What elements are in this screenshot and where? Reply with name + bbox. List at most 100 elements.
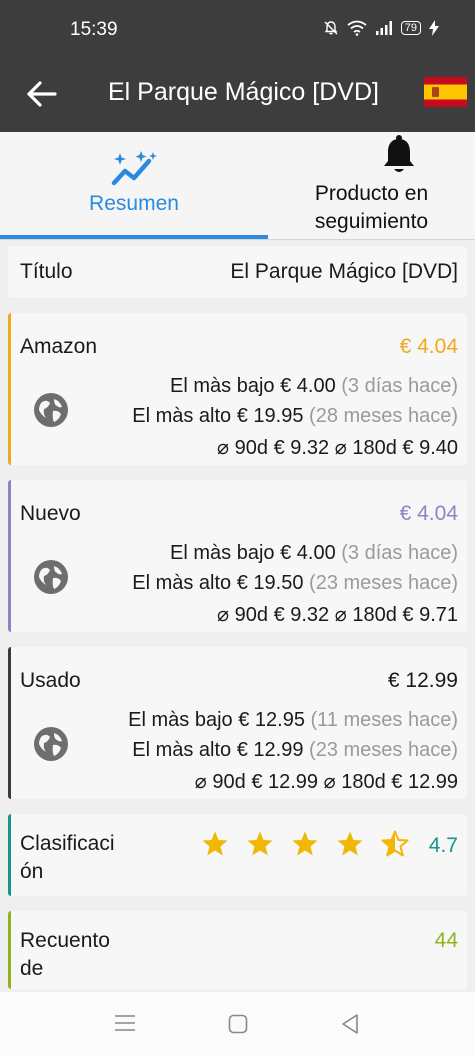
tab-divider xyxy=(0,239,475,240)
review-count-value: 44 xyxy=(434,929,458,952)
tab-resumen[interactable]: Resumen xyxy=(0,132,268,238)
status-bar: 15:39 79 xyxy=(0,0,475,60)
back-arrow-icon[interactable] xyxy=(22,74,62,114)
current-price: € 4.04 xyxy=(399,502,458,525)
lowest-price-line: El màs bajo € 4.00 (3 días hace) xyxy=(170,542,458,565)
globe-icon xyxy=(34,560,68,594)
wifi-icon xyxy=(347,20,367,36)
avg180-label: ⌀ 180d xyxy=(323,771,386,793)
highest-when: (23 meses hace) xyxy=(309,572,458,594)
spain-flag-icon[interactable] xyxy=(424,77,467,107)
highest-label: El màs alto xyxy=(132,405,232,427)
card-title: Amazon xyxy=(20,335,98,358)
rating-label-line1: Clasificaci xyxy=(20,832,115,855)
review-count-label: Recuento de xyxy=(20,927,110,983)
current-price: € 4.04 xyxy=(399,335,458,358)
trend-sparkle-icon xyxy=(111,151,157,186)
star-full-icon xyxy=(202,831,228,856)
star-full-icon xyxy=(292,831,318,856)
price-card-amazon[interactable]: Amazon € 4.04 El màs bajo € 4.00 (3 días… xyxy=(8,313,467,465)
price-card-usado[interactable]: Usado € 12.99 El màs bajo € 12.95 (11 me… xyxy=(8,647,467,799)
home-icon[interactable] xyxy=(228,1014,248,1034)
tab-seguimiento-label: Producto en seguimiento xyxy=(268,180,475,236)
rating-value: 4.7 xyxy=(428,834,458,857)
lowest-price: € 4.00 xyxy=(280,542,336,564)
avg180-price: € 12.99 xyxy=(391,771,458,793)
avg180-price: € 9.40 xyxy=(402,437,458,459)
highest-label: El màs alto xyxy=(132,572,232,594)
card-accent xyxy=(8,313,11,465)
avg180-label: ⌀ 180d xyxy=(334,604,397,626)
back-triangle-icon[interactable] xyxy=(340,1013,360,1035)
highest-price-line: El màs alto € 12.99 (23 meses hace) xyxy=(132,739,458,762)
average-price-line: ⌀ 90d € 9.32 ⌀ 180d € 9.40 xyxy=(217,435,458,460)
star-full-icon xyxy=(247,831,273,856)
bell-icon xyxy=(384,135,414,172)
lowest-label: El màs bajo xyxy=(128,709,233,731)
avg90-price: € 12.99 xyxy=(251,771,319,793)
average-price-line: ⌀ 90d € 9.32 ⌀ 180d € 9.71 xyxy=(217,602,458,627)
review-count-card[interactable]: Recuento de 44 xyxy=(8,911,467,989)
star-full-icon xyxy=(337,831,363,856)
lowest-when: (11 meses hace) xyxy=(310,709,458,731)
tab-bar: Resumen Producto en seguimiento xyxy=(0,132,475,240)
avg180-price: € 9.71 xyxy=(402,604,458,626)
menu-icon[interactable] xyxy=(114,1014,136,1032)
title-value: El Parque Mágico [DVD] xyxy=(230,260,458,283)
highest-price: € 19.95 xyxy=(236,405,304,427)
lowest-price-line: El màs bajo € 12.95 (11 meses hace) xyxy=(128,709,458,732)
price-card-nuevo[interactable]: Nuevo € 4.04 El màs bajo € 4.00 (3 días … xyxy=(8,480,467,632)
highest-when: (23 meses hace) xyxy=(309,739,458,761)
highest-price: € 12.99 xyxy=(236,739,304,761)
review-count-label-line1: Recuento xyxy=(20,929,110,952)
lowest-when: (3 días hace) xyxy=(341,375,458,397)
average-price-line: ⌀ 90d € 12.99 ⌀ 180d € 12.99 xyxy=(195,769,458,794)
avg180-label: ⌀ 180d xyxy=(334,437,397,459)
globe-icon xyxy=(34,727,68,761)
charging-bolt-icon xyxy=(429,20,439,36)
lowest-price: € 12.95 xyxy=(238,709,305,731)
avg90-label: ⌀ 90d xyxy=(217,437,268,459)
rating-card[interactable]: Clasificaci ón 4.7 xyxy=(8,814,467,896)
card-title: Usado xyxy=(20,669,81,692)
review-count-label-line2: de xyxy=(20,957,44,980)
lowest-label: El màs bajo xyxy=(170,375,275,397)
rating-stars xyxy=(201,830,409,858)
highest-when: (28 meses hace) xyxy=(309,405,458,427)
lowest-price: € 4.00 xyxy=(280,375,336,397)
highest-label: El màs alto xyxy=(132,739,232,761)
highest-price: € 19.50 xyxy=(236,572,304,594)
system-navigation-bar xyxy=(0,992,475,1056)
lowest-price-line: El màs bajo € 4.00 (3 días hace) xyxy=(170,375,458,398)
star-half-icon xyxy=(381,830,409,857)
tab-resumen-label: Resumen xyxy=(89,192,179,215)
title-row: Título El Parque Mágico [DVD] xyxy=(8,246,467,298)
app-bar: El Parque Mágico [DVD] xyxy=(0,60,475,132)
status-icons: 79 xyxy=(323,20,439,36)
card-accent xyxy=(8,911,11,989)
signal-icon xyxy=(375,21,392,35)
lowest-when: (3 días hace) xyxy=(341,542,458,564)
page-title: El Parque Mágico [DVD] xyxy=(108,78,379,106)
mute-bell-icon xyxy=(324,21,338,35)
tab-seguimiento-label-line2: seguimiento xyxy=(314,210,429,233)
card-accent xyxy=(8,647,11,799)
avg90-label: ⌀ 90d xyxy=(194,771,246,793)
highest-price-line: El màs alto € 19.95 (28 meses hace) xyxy=(132,405,458,428)
rating-label-line2: ón xyxy=(20,860,44,883)
avg90-price: € 9.32 xyxy=(273,437,330,459)
avg90-label: ⌀ 90d xyxy=(217,604,268,626)
rating-label: Clasificaci ón xyxy=(20,830,115,886)
current-price: € 12.99 xyxy=(387,669,458,692)
avg90-price: € 9.32 xyxy=(273,604,330,626)
lowest-label: El màs bajo xyxy=(170,542,275,564)
card-accent xyxy=(8,480,11,632)
highest-price-line: El màs alto € 19.50 (23 meses hace) xyxy=(132,572,458,595)
title-label: Título xyxy=(20,260,73,283)
tab-seguimiento-label-line1: Producto en xyxy=(314,182,429,205)
card-title: Nuevo xyxy=(20,502,81,525)
tab-producto-seguimiento[interactable]: Producto en seguimiento xyxy=(268,132,475,238)
battery-icon: 79 xyxy=(400,21,421,35)
card-accent xyxy=(8,814,11,896)
globe-icon xyxy=(34,393,68,427)
